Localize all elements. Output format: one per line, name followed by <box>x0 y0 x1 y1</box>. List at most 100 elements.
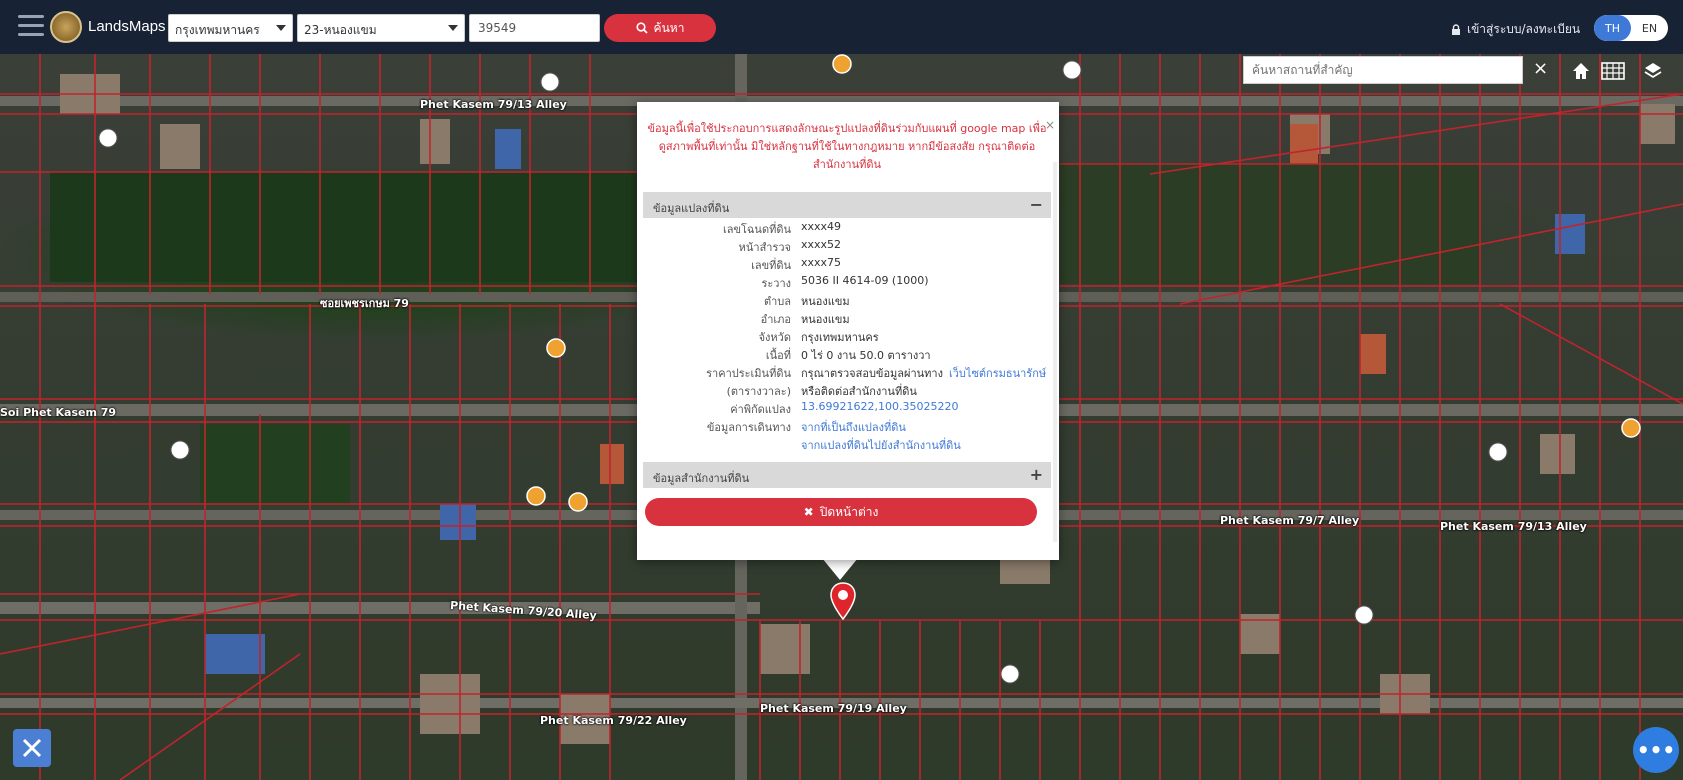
lang-th-option[interactable]: TH <box>1594 15 1631 41</box>
parcel-info-label: (ตารางวาละ) <box>726 385 791 398</box>
parcel-info-link[interactable]: เว็บไซต์กรมธนารักษ์ <box>949 367 1046 380</box>
menu-icon[interactable] <box>18 15 44 37</box>
popup-pointer <box>822 558 858 580</box>
road-label: ซอยเพชรเกษม 79 <box>320 297 409 310</box>
province-select[interactable]: กรุงเทพมหานคร <box>168 14 293 42</box>
parcel-info-label: ข้อมูลการเดินทาง <box>706 421 791 434</box>
parcel-info-row: ข้อมูลการเดินทาง จากที่เป็นถึงแปลงที่ดิน <box>647 418 1051 437</box>
parcel-info-row: จังหวัด กรุงเทพมหานคร <box>647 328 1051 347</box>
parcel-info-row: จากแปลงที่ดินไปยังสำนักงานที่ดิน <box>647 436 1051 455</box>
parcel-info-value-text: หนองแขม <box>801 295 850 308</box>
parcel-info-row: เลขที่ดิน xxxx75 <box>647 256 1051 275</box>
search-button-label: ค้นหา <box>653 20 685 35</box>
close-window-label: ปิดหน้าต่าง <box>819 504 879 519</box>
parcel-info-value: จากแปลงที่ดินไปยังสำนักงานที่ดิน <box>801 436 961 454</box>
language-toggle[interactable]: TH EN <box>1594 15 1668 41</box>
parcel-info-value-text: กรุงเทพมหานคร <box>801 331 879 344</box>
popup-scrollbar[interactable] <box>1053 162 1057 542</box>
parcel-info-value: 5036 II 4614-09 (1000) <box>801 274 929 287</box>
parcel-info-value-text: หนองแขม <box>801 313 850 326</box>
parcel-info-value: หนองแขม <box>801 310 850 328</box>
parcel-info-value-text: หรือติดต่อสำนักงานที่ดิน <box>801 385 917 398</box>
parcel-info-link[interactable]: จากแปลงที่ดินไปยังสำนักงานที่ดิน <box>801 439 961 452</box>
parcel-info-label: หน้าสำรวจ <box>738 241 791 254</box>
search-icon <box>635 22 648 34</box>
parcel-info-row: หน้าสำรวจ xxxx52 <box>647 238 1051 257</box>
road-label: Phet Kasem 79/7 Alley <box>1220 514 1360 527</box>
parcel-info-row: เลขโฉนดที่ดิน xxxx49 <box>647 220 1051 239</box>
parcel-info-value: หนองแขม <box>801 292 850 310</box>
parcel-info-row: ระวาง 5036 II 4614-09 (1000) <box>647 274 1051 293</box>
parcel-info-value: กรุณาตรวจสอบข้อมูลผ่านทาง เว็บไซต์กรมธนาร… <box>801 364 1046 382</box>
parcel-info-label: เลขโฉนดที่ดิน <box>723 223 791 236</box>
home-icon[interactable] <box>1568 58 1594 84</box>
close-icon: ✖ <box>803 505 814 519</box>
login-label: เข้าสู่ระบบ/ลงทะเบียน <box>1467 22 1581 36</box>
parcel-info-label: จังหวัด <box>758 331 791 344</box>
parcel-info-value-text: xxxx49 <box>801 220 842 233</box>
login-link[interactable]: เข้าสู่ระบบ/ลงทะเบียน <box>1451 20 1580 39</box>
lang-en-option[interactable]: EN <box>1631 15 1668 41</box>
location-pin-icon[interactable] <box>830 582 856 624</box>
parcel-info-row: เนื้อที่ 0 ไร่ 0 งาน 50.0 ตารางวา <box>647 346 1051 365</box>
layers-icon[interactable] <box>1640 58 1666 84</box>
chevron-down-icon <box>448 25 458 31</box>
parcel-info-label: ราคาประเมินที่ดิน <box>706 367 791 380</box>
parcel-info-value: 13.69921622,100.35025220 <box>801 400 958 413</box>
road-label: Phet Kasem 79/13 Alley <box>1440 520 1587 533</box>
parcel-info-value-text: xxxx75 <box>801 256 842 269</box>
parcel-info-link[interactable]: 13.69921622,100.35025220 <box>801 400 958 413</box>
parcel-info-value: xxxx52 <box>801 238 841 251</box>
parcel-info-value: 0 ไร่ 0 งาน 50.0 ตารางวา <box>801 346 931 364</box>
parcel-info-value-text: กรุณาตรวจสอบข้อมูลผ่านทาง <box>801 367 943 380</box>
place-search-input[interactable] <box>1243 56 1523 84</box>
close-icon[interactable]: × <box>1533 58 1548 79</box>
parcel-info-label: เลขที่ดิน <box>751 259 791 272</box>
parcel-info-link[interactable]: จากที่เป็นถึงแปลงที่ดิน <box>801 421 906 434</box>
parcel-number-input[interactable] <box>469 14 600 42</box>
parcel-info-label: อำเภอ <box>760 313 791 326</box>
department-logo <box>50 11 82 43</box>
road-label: Phet Kasem 79/22 Alley <box>540 714 687 727</box>
measure-tool-icon[interactable] <box>13 729 51 767</box>
collapse-icon[interactable]: − <box>1030 195 1043 214</box>
top-navigation-bar: LandsMaps กรุงเทพมหานคร 23-หนองแขม ค้นหา… <box>0 0 1683 54</box>
district-select[interactable]: 23-หนองแขม <box>297 14 465 42</box>
section-parcel-info-header[interactable]: ข้อมูลแปลงที่ดิน − <box>643 192 1051 218</box>
parcel-info-value: กรุงเทพมหานคร <box>801 328 879 346</box>
parcel-info-value: xxxx75 <box>801 256 841 269</box>
parcel-info-label: ระวาง <box>761 277 791 290</box>
section-office-info-header[interactable]: ข้อมูลสำนักงานที่ดิน + <box>643 462 1051 488</box>
road-label: Phet Kasem 79/19 Alley <box>760 702 907 715</box>
province-select-value: กรุงเทพมหานคร <box>175 23 260 37</box>
parcel-info-label: ตำบล <box>763 295 791 308</box>
more-options-button[interactable]: ••• <box>1633 727 1679 773</box>
chevron-down-icon <box>276 25 286 31</box>
disclaimer-notice: ข้อมูลนี้เพื่อใช้ประกอบการแสดงลักษณะรูปแ… <box>647 122 1047 171</box>
district-select-value: 23-หนองแขม <box>304 23 377 37</box>
parcel-info-value: จากที่เป็นถึงแปลงที่ดิน <box>801 418 906 436</box>
parcel-info-value-text: 5036 II 4614-09 (1000) <box>801 274 929 287</box>
grid-icon[interactable] <box>1600 58 1626 84</box>
road-label: Soi Phet Kasem 79 <box>0 406 117 419</box>
parcel-info-row: อำเภอ หนองแขม <box>647 310 1051 329</box>
expand-icon[interactable]: + <box>1030 465 1043 484</box>
road-label: Phet Kasem 79/13 Alley <box>420 98 567 111</box>
parcel-info-value: หรือติดต่อสำนักงานที่ดิน <box>801 382 917 400</box>
parcel-info-popup: × ข้อมูลนี้เพื่อใช้ประกอบการแสดงลักษณะรู… <box>637 102 1059 560</box>
close-window-button[interactable]: ✖ ปิดหน้าต่าง <box>645 498 1037 526</box>
section-title: ข้อมูลแปลงที่ดิน <box>653 202 730 215</box>
parcel-info-row: ราคาประเมินที่ดิน กรุณาตรวจสอบข้อมูลผ่านท… <box>647 364 1051 383</box>
lock-icon <box>1452 23 1460 35</box>
search-button[interactable]: ค้นหา <box>604 14 716 42</box>
parcel-info-value-text: xxxx52 <box>801 238 842 251</box>
parcel-info-label: เนื้อที่ <box>765 349 791 362</box>
brand-name: LandsMaps <box>88 18 166 35</box>
parcel-info-row: ตำบล หนองแขม <box>647 292 1051 311</box>
parcel-info-row: (ตารางวาละ) หรือติดต่อสำนักงานที่ดิน <box>647 382 1051 401</box>
section-title: ข้อมูลสำนักงานที่ดิน <box>653 472 750 485</box>
parcel-info-value-text: 0 ไร่ 0 งาน 50.0 ตารางวา <box>801 349 931 362</box>
parcel-info-row: ค่าพิกัดแปลง 13.69921622,100.35025220 <box>647 400 1051 419</box>
parcel-info-label: ค่าพิกัดแปลง <box>730 403 791 416</box>
parcel-info-value: xxxx49 <box>801 220 841 233</box>
